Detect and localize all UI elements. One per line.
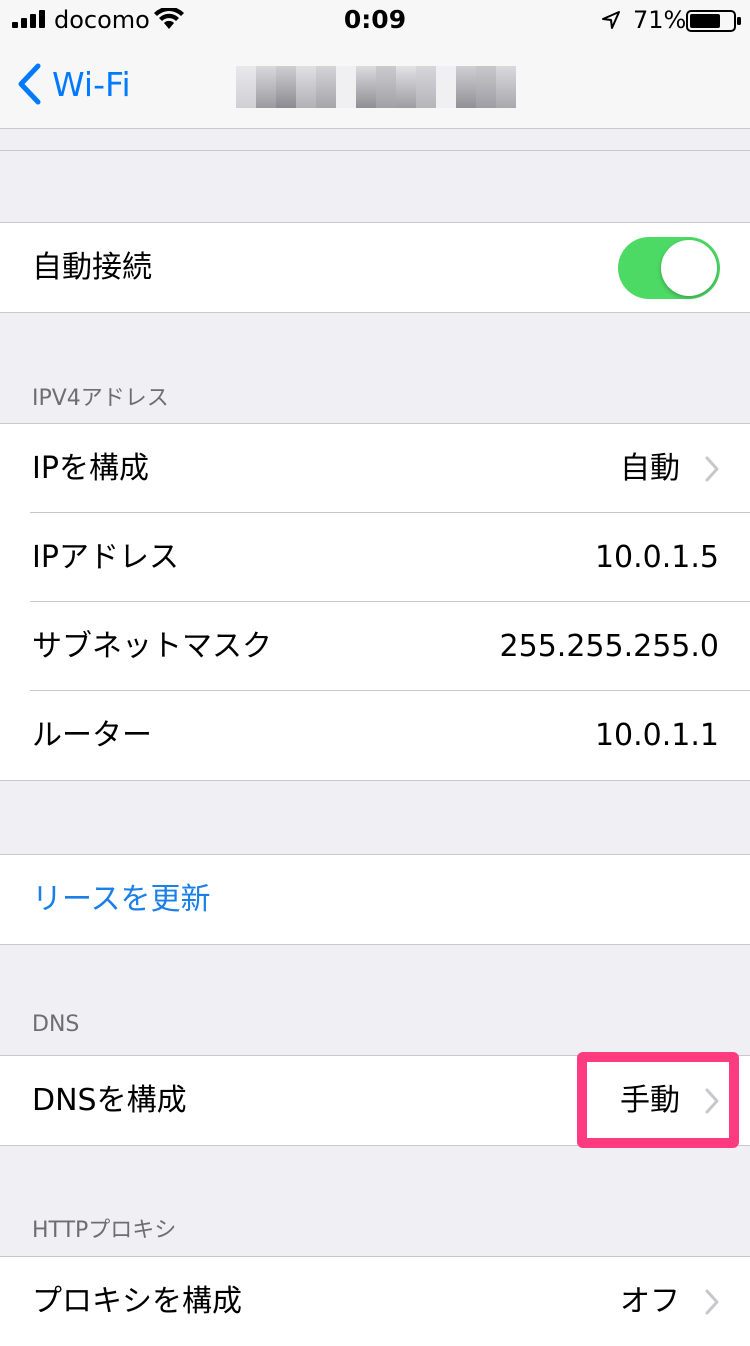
subnet-mask-row: サブネットマスク 255.255.255.0 xyxy=(0,601,750,691)
toggle-knob xyxy=(661,240,717,296)
auto-join-label: 自動接続 xyxy=(32,250,152,285)
ip-address-value: 10.0.1.5 xyxy=(594,540,719,575)
ip-address-row: IPアドレス 10.0.1.5 xyxy=(0,512,750,602)
battery-percent: 71% xyxy=(633,6,687,34)
http-proxy-group: プロキシを構成 オフ xyxy=(0,1256,750,1346)
ipv4-section-header: IPV4アドレス xyxy=(32,386,169,411)
configure-proxy-value: オフ xyxy=(620,1284,680,1319)
ipv4-group: IPを構成 自動 IPアドレス 10.0.1.5 サブネットマスク 255.25… xyxy=(0,423,750,781)
back-label: Wi-Fi xyxy=(52,64,131,104)
renew-lease-label: リースを更新 xyxy=(32,882,211,917)
chevron-right-icon xyxy=(705,1289,719,1315)
ip-address-label: IPアドレス xyxy=(32,540,179,575)
auto-join-toggle[interactable] xyxy=(618,237,720,299)
back-button[interactable]: Wi-Fi xyxy=(16,60,131,108)
auto-join-row: 自動接続 xyxy=(0,223,750,312)
configure-proxy-row[interactable]: プロキシを構成 オフ xyxy=(0,1257,750,1346)
configure-proxy-label: プロキシを構成 xyxy=(32,1284,242,1319)
configure-ip-row[interactable]: IPを構成 自動 xyxy=(0,424,750,513)
chevron-left-icon xyxy=(18,63,41,105)
network-name-pixelated xyxy=(236,66,516,108)
renew-lease-group: リースを更新 xyxy=(0,854,750,945)
dns-section-header: DNS xyxy=(32,1012,80,1037)
router-label: ルーター xyxy=(32,718,152,753)
chevron-right-icon xyxy=(705,456,719,482)
router-row: ルーター 10.0.1.1 xyxy=(0,690,750,780)
configure-dns-label: DNSを構成 xyxy=(32,1083,187,1118)
configure-ip-label: IPを構成 xyxy=(32,451,149,486)
auto-join-group: 自動接続 xyxy=(0,222,750,313)
router-value: 10.0.1.1 xyxy=(594,718,719,753)
nav-bar-bottom-border xyxy=(0,128,750,129)
battery-icon xyxy=(686,10,741,32)
location-arrow-icon xyxy=(602,11,620,29)
http-proxy-section-header: HTTPプロキシ xyxy=(32,1218,177,1243)
configure-ip-value: 自動 xyxy=(620,451,680,486)
status-bar: docomo 0:09 71% xyxy=(0,0,750,40)
highlight-annotation-box xyxy=(577,1052,739,1148)
subnet-mask-label: サブネットマスク xyxy=(32,629,272,664)
navigation-bar: Wi-Fi xyxy=(0,40,750,128)
subnet-mask-value: 255.255.255.0 xyxy=(499,629,719,664)
top-group-border xyxy=(0,150,750,151)
renew-lease-button[interactable]: リースを更新 xyxy=(0,855,750,944)
